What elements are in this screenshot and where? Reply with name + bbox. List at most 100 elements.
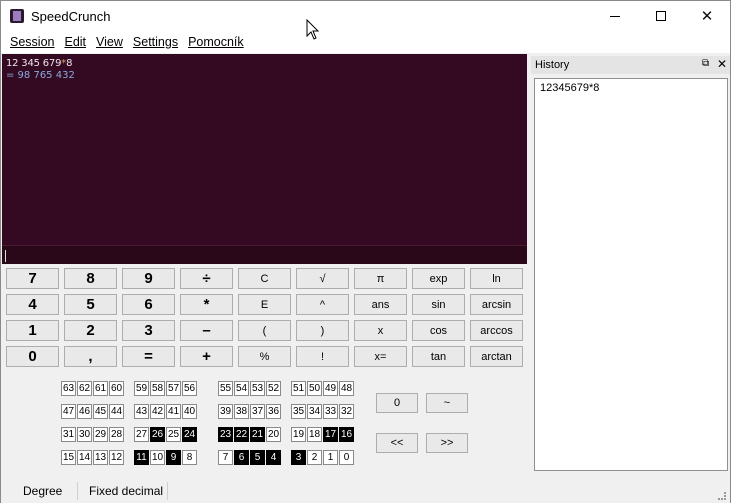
key-sin-button[interactable]: sin [412, 294, 465, 315]
bit-54-toggle[interactable]: 54 [234, 381, 249, 396]
bit-12-toggle[interactable]: 12 [109, 450, 124, 465]
history-item[interactable]: 12345679*8 [540, 82, 722, 94]
key-equals-button[interactable]: = [122, 346, 175, 367]
bit-55-toggle[interactable]: 55 [218, 381, 233, 396]
bit-18-toggle[interactable]: 18 [307, 427, 322, 442]
key-cos-button[interactable]: cos [412, 320, 465, 341]
resize-grip[interactable] [718, 492, 726, 500]
key-tan-button[interactable]: tan [412, 346, 465, 367]
bit-60-toggle[interactable]: 60 [109, 381, 124, 396]
bit-29-toggle[interactable]: 29 [93, 427, 108, 442]
angle-mode-indicator[interactable]: Degree [23, 484, 62, 498]
bit-4-toggle[interactable]: 4 [266, 450, 281, 465]
bit-41-toggle[interactable]: 41 [166, 404, 181, 419]
bit-1-toggle[interactable]: 1 [323, 450, 338, 465]
bit-30-toggle[interactable]: 30 [77, 427, 92, 442]
key-add-button[interactable]: + [180, 346, 233, 367]
key-ln-button[interactable]: ln [470, 268, 523, 289]
key-five-button[interactable]: 5 [64, 294, 117, 315]
bit-26-toggle[interactable]: 26 [150, 427, 165, 442]
menu-pomocnik[interactable]: Pomocník [183, 31, 249, 53]
bit-51-toggle[interactable]: 51 [291, 381, 306, 396]
key-eight-button[interactable]: 8 [64, 268, 117, 289]
minimize-button[interactable] [592, 1, 638, 31]
key-assign-x-button[interactable]: x= [354, 346, 407, 367]
key-arctan-button[interactable]: arctan [470, 346, 523, 367]
bit-16-toggle[interactable]: 16 [339, 427, 354, 442]
bit-7-toggle[interactable]: 7 [218, 450, 233, 465]
menu-session[interactable]: Session [5, 31, 59, 53]
bit-48-toggle[interactable]: 48 [339, 381, 354, 396]
key-one-button[interactable]: 1 [6, 320, 59, 341]
key-power-button[interactable]: ^ [296, 294, 349, 315]
key-exponent-e-button[interactable]: E [238, 294, 291, 315]
key-divide-button[interactable]: ÷ [180, 268, 233, 289]
bit-24-toggle[interactable]: 24 [182, 427, 197, 442]
bit-5-toggle[interactable]: 5 [250, 450, 265, 465]
bit-3-toggle[interactable]: 3 [291, 450, 306, 465]
bit-36-toggle[interactable]: 36 [266, 404, 281, 419]
menu-settings[interactable]: Settings [128, 31, 183, 53]
bit-47-toggle[interactable]: 47 [61, 404, 76, 419]
key-arcsin-button[interactable]: arcsin [470, 294, 523, 315]
key-ans-button[interactable]: ans [354, 294, 407, 315]
bit-8-toggle[interactable]: 8 [182, 450, 197, 465]
bit-17-toggle[interactable]: 17 [323, 427, 338, 442]
shift-right-button[interactable]: >> [426, 433, 468, 453]
key-decimal-comma-button[interactable]: , [64, 346, 117, 367]
key-subtract-button[interactable]: – [180, 320, 233, 341]
expression-input[interactable] [2, 245, 527, 264]
bit-0-toggle[interactable]: 0 [339, 450, 354, 465]
float-dock-icon[interactable]: ⧉ [702, 58, 709, 69]
key-seven-button[interactable]: 7 [6, 268, 59, 289]
shift-left-button[interactable]: << [376, 433, 418, 453]
menu-view[interactable]: View [91, 31, 128, 53]
bit-38-toggle[interactable]: 38 [234, 404, 249, 419]
result-format-indicator[interactable]: Fixed decimal [89, 484, 163, 498]
bit-52-toggle[interactable]: 52 [266, 381, 281, 396]
bit-28-toggle[interactable]: 28 [109, 427, 124, 442]
bit-37-toggle[interactable]: 37 [250, 404, 265, 419]
bit-15-toggle[interactable]: 15 [61, 450, 76, 465]
bitfield-clear-button[interactable]: 0 [376, 393, 418, 413]
key-multiply-button[interactable]: * [180, 294, 233, 315]
bit-57-toggle[interactable]: 57 [166, 381, 181, 396]
close-dock-icon[interactable]: ✕ [717, 57, 727, 71]
bit-61-toggle[interactable]: 61 [93, 381, 108, 396]
key-zero-button[interactable]: 0 [6, 346, 59, 367]
key-sqrt-button[interactable]: √ [296, 268, 349, 289]
bit-10-toggle[interactable]: 10 [150, 450, 165, 465]
bit-58-toggle[interactable]: 58 [150, 381, 165, 396]
key-factorial-button[interactable]: ! [296, 346, 349, 367]
bit-6-toggle[interactable]: 6 [234, 450, 249, 465]
key-nine-button[interactable]: 9 [122, 268, 175, 289]
key-two-button[interactable]: 2 [64, 320, 117, 341]
key-clear-button[interactable]: C [238, 268, 291, 289]
key-four-button[interactable]: 4 [6, 294, 59, 315]
bit-32-toggle[interactable]: 32 [339, 404, 354, 419]
bit-23-toggle[interactable]: 23 [218, 427, 233, 442]
key-percent-button[interactable]: % [238, 346, 291, 367]
bit-21-toggle[interactable]: 21 [250, 427, 265, 442]
bit-11-toggle[interactable]: 11 [134, 450, 149, 465]
bit-35-toggle[interactable]: 35 [291, 404, 306, 419]
bit-44-toggle[interactable]: 44 [109, 404, 124, 419]
bit-31-toggle[interactable]: 31 [61, 427, 76, 442]
maximize-button[interactable] [638, 1, 684, 31]
key-six-button[interactable]: 6 [122, 294, 175, 315]
key-exp-button[interactable]: exp [412, 268, 465, 289]
bit-46-toggle[interactable]: 46 [77, 404, 92, 419]
bit-19-toggle[interactable]: 19 [291, 427, 306, 442]
bit-39-toggle[interactable]: 39 [218, 404, 233, 419]
close-button[interactable]: ✕ [684, 1, 730, 31]
bit-49-toggle[interactable]: 49 [323, 381, 338, 396]
bit-20-toggle[interactable]: 20 [266, 427, 281, 442]
bit-62-toggle[interactable]: 62 [77, 381, 92, 396]
key-open-paren-button[interactable]: ( [238, 320, 291, 341]
bit-9-toggle[interactable]: 9 [166, 450, 181, 465]
bit-34-toggle[interactable]: 34 [307, 404, 322, 419]
bitfield-invert-button[interactable]: ~ [426, 393, 468, 413]
bit-40-toggle[interactable]: 40 [182, 404, 197, 419]
bit-56-toggle[interactable]: 56 [182, 381, 197, 396]
bit-25-toggle[interactable]: 25 [166, 427, 181, 442]
